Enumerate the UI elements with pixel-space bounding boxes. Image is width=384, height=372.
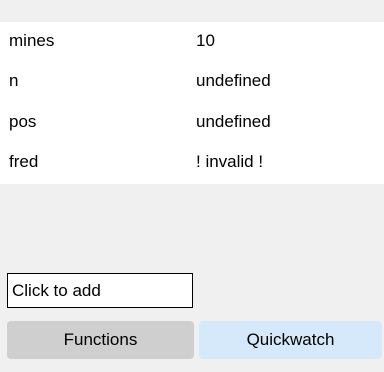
variable-value: ! invalid ! bbox=[196, 152, 264, 171]
variable-value: undefined bbox=[196, 112, 271, 131]
add-watch-input[interactable] bbox=[7, 273, 193, 308]
tab-functions-label: Functions bbox=[63, 330, 138, 349]
watch-variable-list: mines 10 n undefined pos undefined fred … bbox=[0, 22, 384, 184]
variable-name: mines bbox=[9, 31, 55, 50]
tab-quickwatch[interactable]: Quickwatch bbox=[199, 321, 382, 359]
variable-value: undefined bbox=[196, 71, 271, 90]
variable-value: 10 bbox=[196, 31, 215, 50]
watch-row-n[interactable]: n undefined bbox=[0, 62, 384, 102]
panel-top-strip bbox=[0, 0, 384, 22]
variable-name: pos bbox=[9, 112, 37, 131]
tab-functions[interactable]: Functions bbox=[7, 321, 194, 359]
tab-quickwatch-label: Quickwatch bbox=[246, 330, 335, 349]
variable-name: fred bbox=[9, 152, 39, 171]
watch-row-pos[interactable]: pos undefined bbox=[0, 103, 384, 143]
watch-row-mines[interactable]: mines 10 bbox=[0, 22, 384, 62]
variable-name: n bbox=[9, 71, 19, 90]
watch-panel: mines 10 n undefined pos undefined fred … bbox=[0, 0, 384, 372]
watch-row-fred[interactable]: fred ! invalid ! bbox=[0, 143, 384, 183]
